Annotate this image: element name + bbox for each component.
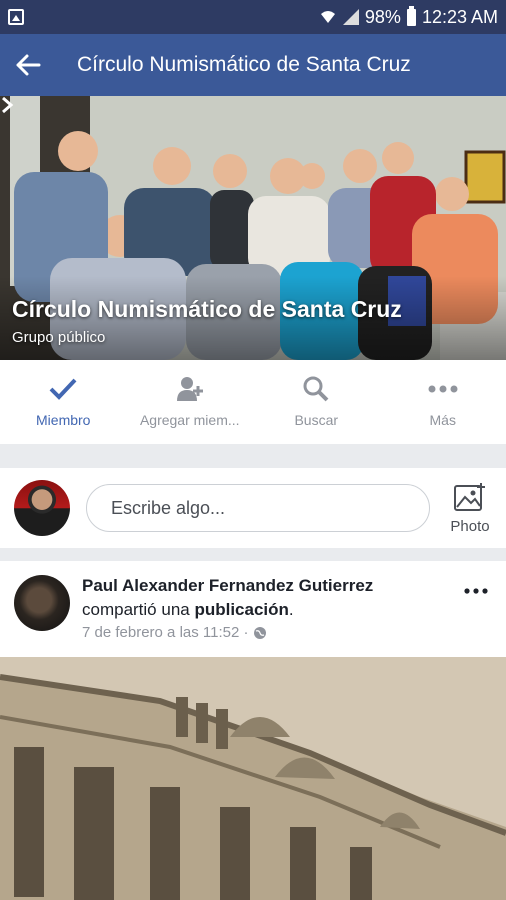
historic-building-image bbox=[0, 657, 506, 900]
write-something-input[interactable]: Escribe algo... bbox=[86, 484, 430, 532]
photo-icon bbox=[454, 483, 485, 511]
post-action-text: compartió una publicación. bbox=[82, 600, 294, 620]
add-member-label: Agregar miem... bbox=[139, 412, 240, 428]
clock: 12:23 AM bbox=[421, 6, 498, 27]
battery-icon bbox=[406, 5, 416, 26]
back-arrow-icon[interactable] bbox=[14, 52, 42, 78]
status-bar: 98% 12:23 AM bbox=[0, 0, 506, 34]
write-something-placeholder: Escribe algo... bbox=[111, 497, 226, 518]
chevron-right-icon[interactable] bbox=[0, 96, 14, 114]
app-bar: Círculo Numismático de Santa Cruz bbox=[0, 34, 506, 96]
add-person-icon bbox=[176, 377, 203, 401]
group-privacy-label: Grupo público bbox=[12, 329, 106, 346]
search-button[interactable]: Buscar bbox=[253, 360, 380, 444]
add-member-button[interactable]: Agregar miem... bbox=[127, 360, 254, 444]
feed-post: Paul Alexander Fernandez Gutierrez compa… bbox=[0, 561, 506, 900]
battery-percent: 98% bbox=[364, 6, 401, 27]
shared-publication-link[interactable]: publicación bbox=[194, 600, 288, 619]
user-avatar[interactable] bbox=[14, 480, 70, 536]
wifi-icon bbox=[320, 11, 335, 23]
photo-button[interactable]: Photo bbox=[444, 482, 496, 535]
post-composer: Escribe algo... Photo bbox=[0, 468, 506, 548]
search-icon bbox=[303, 376, 329, 402]
post-action-suffix: . bbox=[288, 600, 294, 619]
post-action-prefix: compartió una bbox=[82, 600, 195, 619]
shared-photo[interactable] bbox=[0, 657, 506, 900]
more-icon bbox=[428, 385, 458, 393]
more-button[interactable]: Más bbox=[380, 360, 506, 444]
more-label: Más bbox=[429, 412, 456, 428]
search-label: Buscar bbox=[294, 412, 339, 428]
group-name: Círculo Numismático de Santa Cruz bbox=[12, 296, 402, 322]
globe-icon bbox=[253, 626, 266, 639]
post-meta: 7 de febrero a las 11:52 · bbox=[82, 624, 267, 641]
gallery-notification-icon bbox=[8, 9, 24, 25]
author-avatar[interactable] bbox=[14, 575, 70, 631]
group-action-bar: Miembro Agregar miem... Buscar Más bbox=[0, 360, 506, 444]
member-label: Miembro bbox=[36, 412, 91, 428]
post-timestamp[interactable]: 7 de febrero a las 11:52 · bbox=[82, 624, 249, 641]
page-title: Círculo Numismático de Santa Cruz bbox=[77, 53, 411, 76]
group-cover-photo[interactable]: Círculo Numismático de Santa Cruz Grupo … bbox=[0, 96, 506, 360]
photo-label: Photo bbox=[450, 518, 490, 535]
check-icon bbox=[49, 378, 77, 400]
signal-icon bbox=[342, 9, 359, 25]
post-author-name[interactable]: Paul Alexander Fernandez Gutierrez bbox=[82, 576, 373, 596]
post-options-icon[interactable] bbox=[464, 587, 488, 595]
member-button[interactable]: Miembro bbox=[0, 360, 127, 444]
